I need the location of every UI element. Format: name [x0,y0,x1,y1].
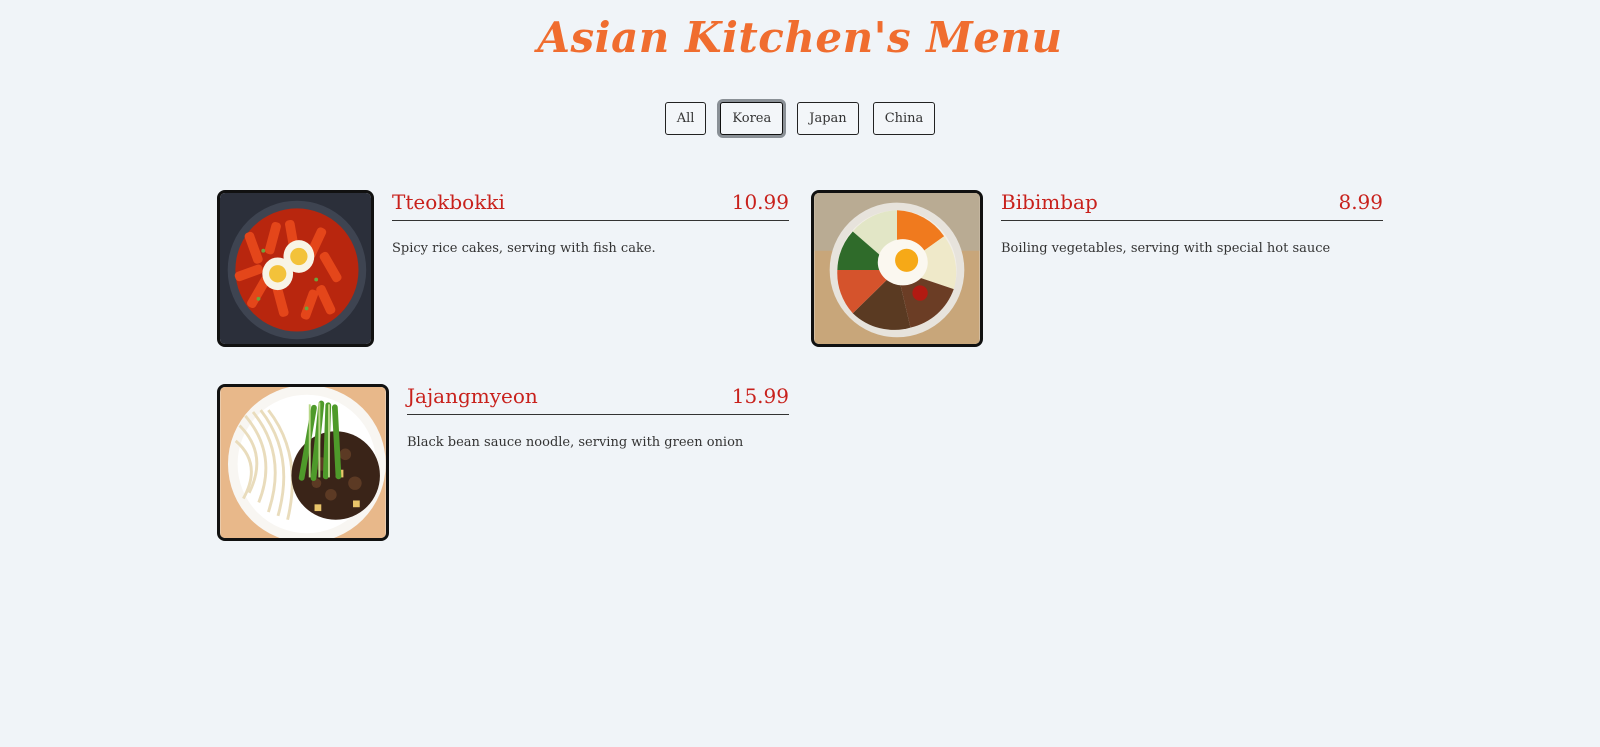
item-header: Jajangmyeon 15.99 [407,384,789,415]
item-name: Jajangmyeon [407,384,538,408]
item-price: 10.99 [731,190,789,214]
page-title: Asian Kitchen's Menu [537,13,1063,62]
item-description: Boiling vegetables, serving with special… [1001,241,1331,256]
item-header: Bibimbap 8.99 [1001,190,1383,221]
filter-korea-button[interactable]: Korea [720,102,784,135]
item-price: 15.99 [731,384,789,408]
item-description: Spicy rice cakes, serving with fish cake… [392,241,656,256]
menu-item: Bibimbap 8.99 Boiling vegetables, servin… [811,190,1383,347]
category-filters: All Korea Japan China [0,102,1600,135]
menu-page: Asian Kitchen's Menu All Korea Japan Chi… [0,0,1600,747]
item-name: Bibimbap [1001,190,1098,214]
menu-item: Jajangmyeon 15.99 Black bean sauce noodl… [217,384,789,541]
item-info: Bibimbap 8.99 Boiling vegetables, servin… [1001,190,1383,347]
item-price: 8.99 [1338,190,1383,214]
jajangmyeon-photo [217,384,389,541]
item-info: Tteokbokki 10.99 Spicy rice cakes, servi… [392,190,789,347]
item-info: Jajangmyeon 15.99 Black bean sauce noodl… [407,384,789,541]
item-name: Tteokbokki [392,190,505,214]
tteokbokki-photo [217,190,374,347]
item-header: Tteokbokki 10.99 [392,190,789,221]
filter-all-button[interactable]: All [664,102,707,135]
item-description: Black bean sauce noodle, serving with gr… [407,435,744,450]
filter-japan-button[interactable]: Japan [797,102,859,135]
filter-china-button[interactable]: China [872,102,936,135]
menu-item: Tteokbokki 10.99 Spicy rice cakes, servi… [217,190,789,347]
bibimbap-photo [811,190,983,347]
